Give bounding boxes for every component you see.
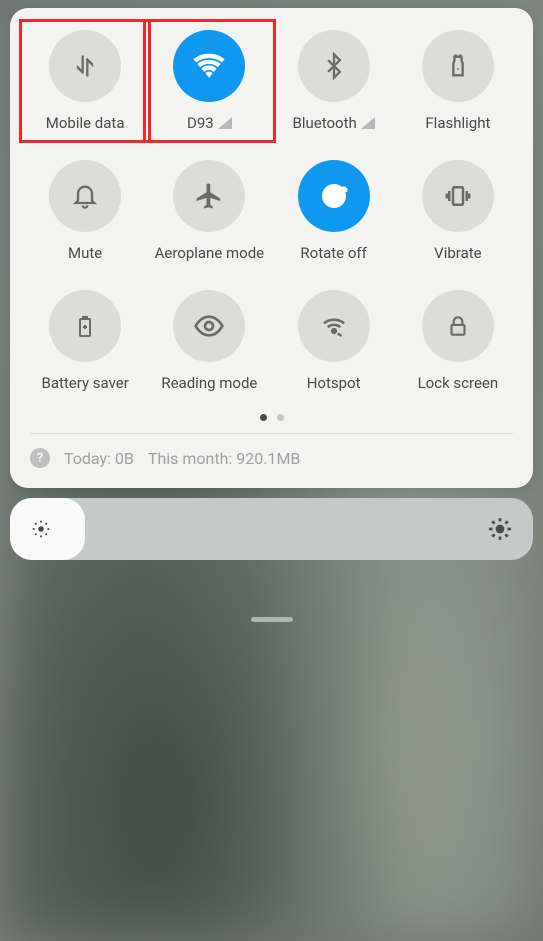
tile-battery-saver[interactable]: Battery saver	[28, 290, 142, 392]
tile-label: Mobile data	[46, 114, 125, 132]
bell-icon	[49, 160, 121, 232]
rotate-lock-icon	[298, 160, 370, 232]
tile-lock-screen[interactable]: Lock screen	[401, 290, 515, 392]
mobile-data-icon	[49, 30, 121, 102]
tile-label: Aeroplane mode	[155, 244, 265, 262]
pagination-dots[interactable]	[28, 414, 515, 421]
lock-icon	[422, 290, 494, 362]
drag-handle[interactable]	[251, 617, 293, 622]
tile-bluetooth[interactable]: Bluetooth	[277, 30, 391, 132]
tile-label: Reading mode	[161, 374, 257, 392]
signal-icon	[218, 117, 232, 129]
page-dot-2	[277, 414, 284, 421]
eye-icon	[173, 290, 245, 362]
tile-wifi[interactable]: D93	[148, 24, 270, 138]
tile-label: Battery saver	[41, 374, 128, 392]
tile-mobile-data[interactable]: Mobile data	[24, 24, 146, 138]
data-usage-row[interactable]: ? Today: 0B This month: 920.1MB	[28, 444, 515, 476]
brightness-low-icon	[30, 518, 52, 540]
tile-label: Lock screen	[418, 374, 499, 392]
divider	[30, 433, 513, 434]
battery-icon	[49, 290, 121, 362]
signal-icon	[361, 117, 375, 129]
tile-label: Mute	[68, 244, 102, 262]
tile-airplane[interactable]: Aeroplane mode	[152, 160, 266, 262]
tile-vibrate[interactable]: Vibrate	[401, 160, 515, 262]
brightness-high-icon	[487, 516, 513, 542]
help-icon: ?	[30, 448, 50, 468]
tiles-grid: Mobile data D93 Bluetooth Flashlight Mut	[28, 30, 515, 392]
tile-label: Vibrate	[434, 244, 481, 262]
hotspot-icon	[298, 290, 370, 362]
bluetooth-icon	[298, 30, 370, 102]
tile-label: Rotate off	[300, 244, 366, 262]
vibrate-icon	[422, 160, 494, 232]
tile-flashlight[interactable]: Flashlight	[401, 30, 515, 132]
airplane-icon	[173, 160, 245, 232]
tile-rotate[interactable]: Rotate off	[277, 160, 391, 262]
data-today: Today: 0B	[64, 449, 134, 468]
wifi-icon	[173, 30, 245, 102]
tile-label: D93	[187, 114, 232, 132]
tile-label: Bluetooth	[292, 114, 374, 132]
page-dot-1	[260, 414, 267, 421]
flashlight-icon	[422, 30, 494, 102]
quick-settings-panel: Mobile data D93 Bluetooth Flashlight Mut	[10, 8, 533, 488]
tile-reading-mode[interactable]: Reading mode	[152, 290, 266, 392]
tile-label: Flashlight	[425, 114, 490, 132]
tile-label: Hotspot	[307, 374, 361, 392]
tile-hotspot[interactable]: Hotspot	[277, 290, 391, 392]
brightness-slider[interactable]	[10, 498, 533, 560]
data-month: This month: 920.1MB	[148, 449, 300, 468]
tile-mute[interactable]: Mute	[28, 160, 142, 262]
